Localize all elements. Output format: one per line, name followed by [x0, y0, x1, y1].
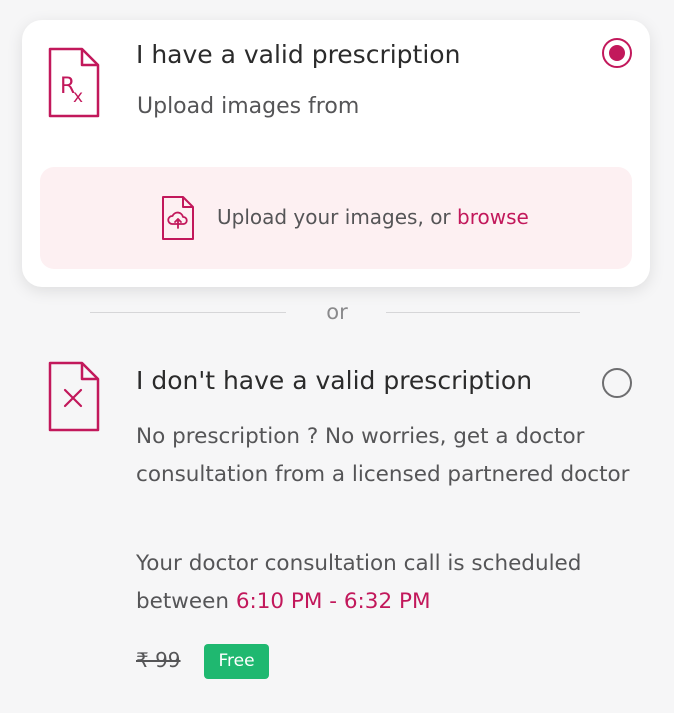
original-price: ₹ 99 [136, 648, 181, 672]
svg-text:x: x [73, 87, 83, 107]
prescription-options-screen: R x I have a valid prescription Upload i… [0, 0, 674, 713]
valid-prescription-title: I have a valid prescription [136, 40, 461, 69]
valid-prescription-subtitle: Upload images from [137, 94, 360, 119]
x-document-icon [48, 361, 100, 432]
upload-instructions-text: Upload your images, or [217, 205, 458, 229]
rx-document-icon: R x [48, 47, 100, 118]
upload-dropzone[interactable]: Upload your images, or browse [40, 167, 632, 269]
cloud-upload-document-icon [162, 196, 194, 240]
browse-link[interactable]: browse [457, 205, 529, 229]
no-prescription-title: I don't have a valid prescription [136, 366, 533, 395]
consultation-time-range: 6:10 PM - 6:32 PM [235, 589, 431, 614]
valid-prescription-card[interactable]: R x I have a valid prescription Upload i… [22, 20, 650, 287]
no-prescription-radio[interactable] [602, 368, 632, 398]
valid-prescription-radio[interactable] [602, 38, 632, 68]
no-prescription-description: No prescription ? No worries, get a doct… [136, 424, 630, 487]
free-badge: Free [204, 644, 269, 679]
divider-line-right [386, 312, 580, 313]
upload-instructions: Upload your images, or browse [217, 205, 529, 229]
consultation-schedule: Your doctor consultation call is schedul… [136, 545, 636, 621]
